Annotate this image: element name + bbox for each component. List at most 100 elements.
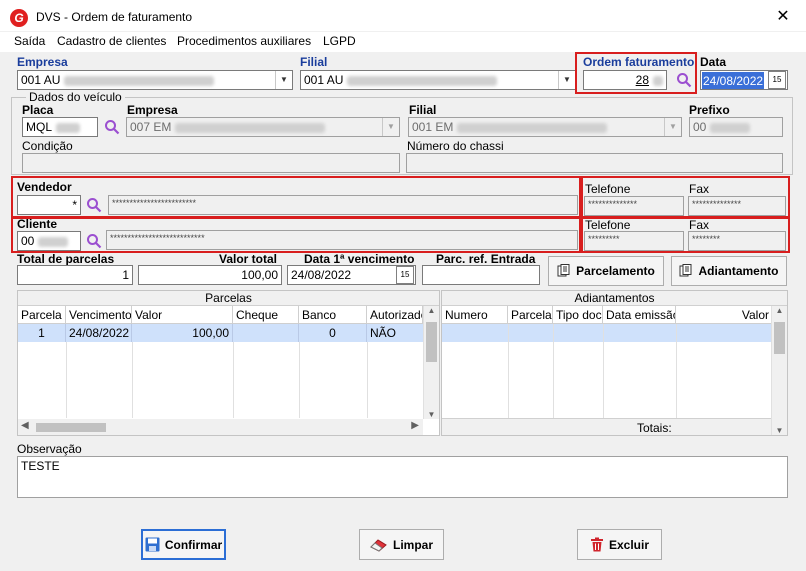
observacao-label: Observação <box>17 442 82 456</box>
cell-banco: 0 <box>299 324 367 342</box>
chevron-down-icon[interactable]: ▼ <box>772 426 787 435</box>
chassi-input <box>406 153 783 173</box>
calendar-icon[interactable]: 15 <box>768 71 786 89</box>
eraser-icon <box>370 538 387 552</box>
ordem-input[interactable]: 28 <box>583 70 667 90</box>
vendedor-fax: ************** <box>688 196 786 216</box>
menu-cadastro-clientes[interactable]: Cadastro de clientes <box>57 34 166 48</box>
parcelamento-button[interactable]: Parcelamento <box>548 256 664 286</box>
confirmar-label: Confirmar <box>164 537 223 552</box>
table-row[interactable]: 1 24/08/2022 100,00 0 NÃO <box>18 324 423 342</box>
col-tipo-doc[interactable]: Tipo doc <box>553 306 603 324</box>
search-icon[interactable] <box>104 119 120 135</box>
adiantamentos-vscroll[interactable]: ▲ ▼ <box>771 306 787 435</box>
veiculo-filial-label: Filial <box>409 103 437 117</box>
vendedor-telefone-label: Telefone <box>585 182 631 196</box>
parc-entrada-label: Parc. ref. Entrada <box>436 252 536 266</box>
search-icon[interactable] <box>86 233 102 249</box>
condicao-label: Condição <box>22 139 73 153</box>
parcelas-vscroll[interactable]: ▲ ▼ <box>423 306 439 419</box>
calendar-icon[interactable]: 15 <box>396 266 414 284</box>
cliente-fax-label: Fax <box>689 218 710 232</box>
parcelas-hscroll[interactable]: ◀ ▶ <box>18 419 423 435</box>
veiculo-filial-combo: 001 EM ▼ <box>408 117 682 137</box>
chevron-down-icon[interactable]: ▼ <box>558 71 575 89</box>
menu-lgpd[interactable]: LGPD <box>323 34 356 48</box>
vendedor-telefone: ************** <box>584 196 684 216</box>
chevron-down-icon[interactable]: ▼ <box>275 71 292 89</box>
scroll-thumb[interactable] <box>774 322 785 354</box>
chevron-down-icon: ▼ <box>382 118 399 136</box>
chassi-label: Número do chassi <box>407 139 504 153</box>
data-vencimento-value: 24/08/2022 <box>291 268 352 282</box>
filial-combo[interactable]: 001 AU ▼ <box>300 70 576 90</box>
empresa-label: Empresa <box>17 55 68 69</box>
excluir-button[interactable]: Excluir <box>577 529 662 560</box>
table-row[interactable] <box>442 324 772 342</box>
chevron-left-icon[interactable]: ◀ <box>21 420 29 431</box>
chevron-right-icon[interactable]: ▶ <box>411 420 419 431</box>
col-autorizado[interactable]: Autorizado <box>367 306 423 324</box>
cliente-telefone-label: Telefone <box>585 218 631 232</box>
data-input[interactable]: 24/08/2022 15 <box>700 70 788 90</box>
document-icon <box>679 264 692 277</box>
search-icon[interactable] <box>676 72 692 88</box>
valor-total-input[interactable]: 100,00 <box>138 265 282 285</box>
col-parcela[interactable]: Parcela <box>508 306 553 324</box>
vendedor-code-input[interactable]: * <box>17 195 81 215</box>
data-vencimento-input[interactable]: 24/08/2022 15 <box>287 265 416 285</box>
adiantamento-label: Adiantamento <box>698 264 779 278</box>
menu-saida[interactable]: Saída <box>14 34 45 48</box>
chevron-down-icon: ▼ <box>664 118 681 136</box>
col-cheque[interactable]: Cheque <box>233 306 299 324</box>
empresa-combo[interactable]: 001 AU ▼ <box>17 70 293 90</box>
parcelas-header: Parcela Vencimento Valor Cheque Banco Au… <box>18 306 439 324</box>
vendedor-fax-label: Fax <box>689 182 710 196</box>
col-valor[interactable]: Valor <box>676 306 772 324</box>
scroll-thumb[interactable] <box>426 322 437 362</box>
col-numero[interactable]: Numero <box>442 306 508 324</box>
chevron-up-icon[interactable]: ▲ <box>772 306 787 315</box>
parcelas-title: Parcelas <box>18 291 439 306</box>
scroll-thumb[interactable] <box>36 423 106 432</box>
cell-cheque <box>233 324 299 342</box>
cell-vencimento: 24/08/2022 <box>66 324 132 342</box>
cell-parcela: 1 <box>18 324 66 342</box>
parcelas-grid[interactable]: Parcelas Parcela Vencimento Valor Cheque… <box>17 290 440 436</box>
col-vencimento[interactable]: Vencimento <box>66 306 132 324</box>
parc-entrada-input[interactable] <box>422 265 540 285</box>
cell-valor: 100,00 <box>132 324 233 342</box>
veiculo-empresa-combo: 007 EM ▼ <box>126 117 400 137</box>
adiantamentos-grid[interactable]: Adiantamentos Numero Parcela Tipo doc Da… <box>441 290 788 436</box>
total-parcelas-input[interactable]: 1 <box>17 265 133 285</box>
col-parcela[interactable]: Parcela <box>18 306 66 324</box>
cliente-code-input[interactable]: 00 <box>17 231 81 251</box>
app-logo-icon: G <box>10 9 28 27</box>
prefixo-value: 00 <box>693 120 707 134</box>
parcelamento-label: Parcelamento <box>576 264 655 278</box>
adiantamento-button[interactable]: Adiantamento <box>671 256 787 286</box>
ordem-label: Ordem faturamento <box>583 55 695 69</box>
placa-label: Placa <box>22 103 54 117</box>
excluir-label: Excluir <box>608 537 650 552</box>
filial-label: Filial <box>300 55 328 69</box>
chevron-up-icon[interactable]: ▲ <box>424 306 439 315</box>
placa-input[interactable]: MQL <box>22 117 98 137</box>
placa-value: MQL <box>26 120 53 134</box>
close-icon[interactable]: ✕ <box>772 6 794 28</box>
totais-label: Totais: <box>637 421 672 435</box>
veiculo-empresa-label: Empresa <box>127 103 178 117</box>
col-data-emissao[interactable]: Data emissão <box>603 306 676 324</box>
total-parcelas-label: Total de parcelas <box>17 252 115 266</box>
col-banco[interactable]: Banco <box>299 306 367 324</box>
limpar-button[interactable]: Limpar <box>359 529 444 560</box>
col-valor[interactable]: Valor <box>132 306 233 324</box>
adiantamentos-title: Adiantamentos <box>442 291 787 306</box>
search-icon[interactable] <box>86 197 102 213</box>
observacao-textarea[interactable]: TESTE <box>17 456 788 498</box>
confirmar-button[interactable]: Confirmar <box>141 529 226 560</box>
menu-procedimentos-auxiliares[interactable]: Procedimentos auxiliares <box>177 34 311 48</box>
chevron-down-icon[interactable]: ▼ <box>424 410 439 419</box>
cliente-name: *************************** <box>106 230 578 250</box>
data-value: 24/08/2022 <box>702 72 765 89</box>
